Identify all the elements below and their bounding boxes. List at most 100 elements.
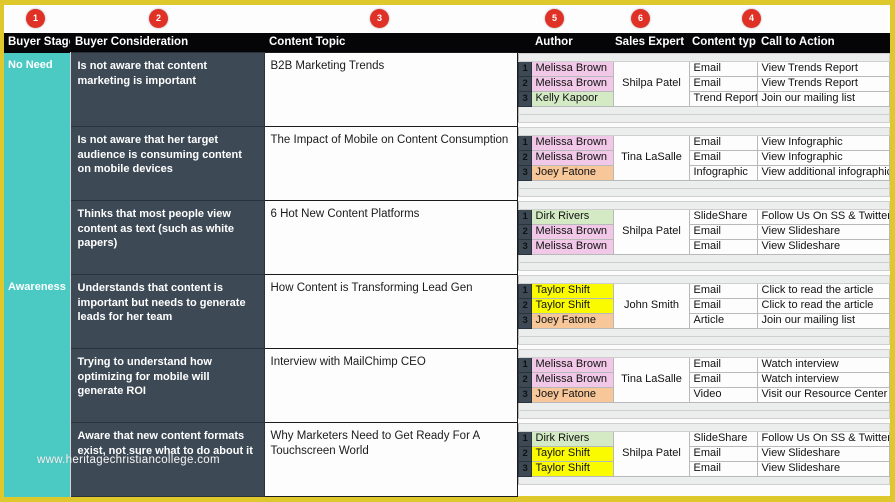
author-cell[interactable]: Melissa Brown: [530, 149, 614, 166]
author-cell[interactable]: Melissa Brown: [530, 371, 614, 388]
spacer-row: [517, 52, 890, 62]
call-to-action-cell[interactable]: Follow Us On SS & Twitter: [756, 208, 890, 225]
content-type-cell: Email: [688, 445, 758, 462]
detail-index: 1: [517, 430, 532, 447]
detail-index: 2: [517, 149, 532, 166]
column-header-cta: Call to Action: [756, 35, 890, 51]
detail-group-cell: 1 Taylor Shift John Smith Email Click to rea…: [517, 274, 890, 349]
table-row: Awareness Understands that content is imp…: [4, 274, 890, 349]
detail-group-cell: 1 Melissa Brown Shilpa Patel Email View Tren…: [517, 52, 890, 127]
spacer-row: [517, 200, 890, 210]
column-header-content-type: Content type: [688, 35, 756, 51]
detail-row: 3 Melissa Brown Email View Slideshare: [517, 238, 890, 255]
detail-index: 3: [517, 238, 532, 255]
call-to-action-cell[interactable]: Follow Us On SS & Twitter: [756, 430, 890, 447]
table-row: Thinks that most people view content as …: [4, 200, 890, 275]
call-to-action-cell[interactable]: Click to read the article: [756, 282, 890, 299]
call-to-action-cell[interactable]: View Slideshare: [756, 238, 890, 255]
author-cell[interactable]: Melissa Brown: [530, 238, 614, 255]
callout-number-4: 4: [742, 9, 761, 28]
author-cell[interactable]: Dirk Rivers: [530, 430, 614, 447]
author-cell[interactable]: Kelly Kapoor: [530, 90, 614, 107]
detail-row: 2 Melissa Brown Email View Trends Report: [517, 75, 890, 92]
call-to-action-cell[interactable]: View Trends Report: [756, 75, 890, 92]
detail-index: 2: [517, 371, 532, 388]
author-cell[interactable]: Melissa Brown: [530, 356, 614, 373]
spacer-cell: [517, 253, 890, 263]
call-to-action-cell[interactable]: View Slideshare: [756, 460, 890, 477]
content-type-cell: Video: [688, 386, 758, 403]
detail-row: 1 Melissa Brown Shilpa Patel Email View Tren…: [517, 60, 890, 107]
call-to-action-cell[interactable]: Join our mailing list: [756, 312, 890, 329]
author-cell[interactable]: Melissa Brown: [530, 60, 614, 77]
call-to-action-cell[interactable]: Click to read the article: [756, 297, 890, 314]
detail-row: 2 Taylor Shift Email Click to read the arti…: [517, 297, 890, 314]
content-type-cell: SlideShare: [688, 208, 758, 225]
content-type-cell: Email: [688, 460, 758, 477]
author-cell[interactable]: Taylor Shift: [530, 297, 614, 314]
content-type-cell: Email: [688, 238, 758, 255]
author-cell[interactable]: Melissa Brown: [530, 223, 614, 240]
call-to-action-cell[interactable]: View Trends Report: [756, 60, 890, 77]
detail-index: 1: [517, 356, 532, 373]
spacer-cell: [517, 179, 890, 189]
author-cell[interactable]: Dirk Rivers: [530, 208, 614, 225]
content-topic-cell: Interview with MailChimp CEO: [263, 348, 518, 423]
spacer-cell: [517, 409, 890, 419]
column-header-num: [517, 35, 530, 51]
author-cell[interactable]: Melissa Brown: [530, 75, 614, 92]
author-cell[interactable]: Taylor Shift: [530, 460, 614, 477]
callout-number-1: 1: [26, 9, 45, 28]
callout-number-6: 6: [631, 9, 650, 28]
call-to-action-cell[interactable]: Watch interview: [756, 356, 890, 373]
table-row: Is not aware that her target audience is…: [4, 126, 890, 201]
content-topic-cell: Why Marketers Need to Get Ready For A To…: [263, 422, 518, 497]
author-cell[interactable]: Taylor Shift: [530, 282, 614, 299]
detail-index: 3: [517, 386, 532, 403]
detail-group-cell: 1 Melissa Brown Tina LaSalle Email Watch int…: [517, 348, 890, 423]
call-to-action-cell[interactable]: Visit our Resource Center: [756, 386, 890, 403]
detail-group-cell: 1 Dirk Rivers Shilpa Patel SlideShare Follow…: [517, 422, 890, 497]
call-to-action-cell[interactable]: View Slideshare: [756, 445, 890, 462]
content-type-cell: Email: [688, 282, 758, 299]
author-cell[interactable]: Melissa Brown: [530, 134, 614, 151]
buyer-stage-cell: No Need: [4, 52, 71, 127]
buyer-consideration-cell: Trying to understand how optimizing for …: [69, 348, 265, 423]
callout-number-strip: 1 2 3 5 6 4: [4, 5, 890, 33]
spacer-row: [517, 187, 890, 197]
callout-number-2: 2: [149, 9, 168, 28]
buyer-stage-cell: [4, 126, 71, 201]
buyer-stage-cell: Awareness: [4, 274, 71, 349]
content-type-cell: Email: [688, 75, 758, 92]
callout-number-5: 5: [545, 9, 564, 28]
sales-expert-cell: Shilpa Patel: [612, 60, 690, 107]
call-to-action-cell[interactable]: View additional infographics: [756, 164, 890, 181]
spacer-cell: [517, 401, 890, 411]
author-cell[interactable]: Joey Fatone: [530, 312, 614, 329]
call-to-action-cell[interactable]: Join our mailing list: [756, 90, 890, 107]
buyer-consideration-cell: Thinks that most people view content as …: [69, 200, 265, 275]
detail-row: 3 Kelly Kapoor Trend Report Join our mailin…: [517, 90, 890, 107]
spacer-cell: [517, 261, 890, 271]
author-cell[interactable]: Taylor Shift: [530, 445, 614, 462]
detail-index: 2: [517, 297, 532, 314]
content-topic-cell: 6 Hot New Content Platforms: [263, 200, 518, 275]
detail-row: 3 Joey Fatone Article Join our mailing list: [517, 312, 890, 329]
call-to-action-cell[interactable]: View Infographic: [756, 134, 890, 151]
sales-expert-cell: John Smith: [612, 282, 690, 329]
content-type-cell: Email: [688, 60, 758, 77]
header-row: Buyer Stage Buyer Consideration Content …: [4, 33, 890, 53]
spacer-row: [517, 335, 890, 345]
detail-index: 1: [517, 60, 532, 77]
author-cell[interactable]: Joey Fatone: [530, 164, 614, 181]
buyer-stage-cell: [4, 422, 71, 497]
content-topic-cell: How Content is Transforming Lead Gen: [263, 274, 518, 349]
author-cell[interactable]: Joey Fatone: [530, 386, 614, 403]
spacer-row: [517, 126, 890, 136]
call-to-action-cell[interactable]: View Infographic: [756, 149, 890, 166]
call-to-action-cell[interactable]: Watch interview: [756, 371, 890, 388]
call-to-action-cell[interactable]: View Slideshare: [756, 223, 890, 240]
content-type-cell: Article: [688, 312, 758, 329]
content-type-cell: Email: [688, 149, 758, 166]
column-header-detail-group: Author Sales Expert Content type Call to…: [517, 33, 890, 53]
